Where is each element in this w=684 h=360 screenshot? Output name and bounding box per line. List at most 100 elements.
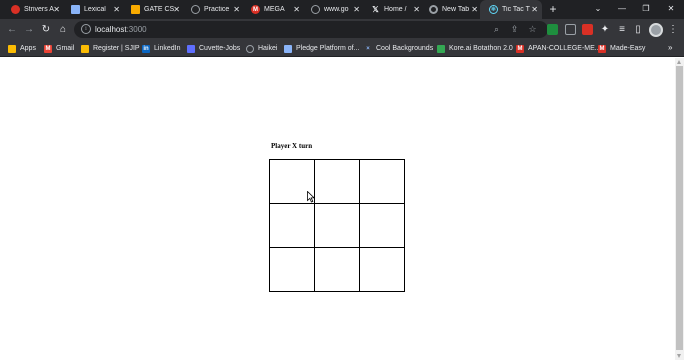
bookmarks-bar: Apps M Gmail Register | SJIP in LinkedIn… bbox=[0, 41, 684, 57]
react-icon: ⚛ bbox=[489, 5, 498, 14]
extension-window-icon[interactable] bbox=[565, 24, 576, 35]
tab-lexical[interactable]: Lexical ✕ bbox=[62, 0, 124, 19]
board-cell-8[interactable] bbox=[359, 247, 405, 292]
site-info-icon[interactable]: i bbox=[81, 24, 91, 34]
board-cell-7[interactable] bbox=[314, 247, 360, 292]
bookmark-label: Cuvette-Jobs bbox=[199, 45, 241, 52]
bookmark-kore-botathon[interactable]: Kore.ai Botathon 2.0 bbox=[437, 41, 513, 56]
cross-icon: × bbox=[366, 45, 370, 52]
scrollbar-thumb[interactable] bbox=[676, 66, 683, 350]
board-cell-2[interactable] bbox=[359, 159, 405, 204]
bookmark-cool-backgrounds[interactable]: × Cool Backgrounds bbox=[364, 41, 433, 56]
tab-home-x[interactable]: 𝕏 Home / ✕ bbox=[362, 0, 424, 19]
bookmark-gmail[interactable]: M Gmail bbox=[44, 41, 74, 56]
scroll-down-icon[interactable] bbox=[677, 354, 681, 358]
reload-icon[interactable]: ↻ bbox=[39, 23, 53, 37]
bookmark-made-easy[interactable]: M Made-Easy bbox=[598, 41, 645, 56]
extension-green-icon[interactable] bbox=[547, 24, 558, 35]
mega-icon: M bbox=[598, 44, 606, 53]
pledge-icon bbox=[284, 44, 292, 53]
close-icon[interactable]: ✕ bbox=[471, 4, 478, 15]
close-icon[interactable]: ✕ bbox=[53, 4, 60, 15]
board-cell-5[interactable] bbox=[359, 203, 405, 248]
close-icon[interactable]: ✕ bbox=[233, 4, 240, 15]
tab-tic-tac-toe[interactable]: ⚛ Tic Tac T ✕ bbox=[480, 0, 542, 19]
back-icon[interactable]: ← bbox=[5, 23, 19, 37]
board-cell-3[interactable] bbox=[269, 203, 315, 248]
close-icon[interactable]: ✕ bbox=[413, 4, 420, 15]
share-icon[interactable]: ⇪ bbox=[508, 23, 521, 36]
mega-icon: M bbox=[251, 5, 260, 14]
doc-icon bbox=[71, 5, 80, 14]
sjip-icon bbox=[81, 44, 89, 53]
bookmark-linkedin[interactable]: in LinkedIn bbox=[142, 41, 180, 56]
bookmark-label: Apps bbox=[20, 45, 36, 52]
search-icon[interactable]: ⌕ bbox=[490, 23, 503, 36]
game-status: Player X turn bbox=[271, 142, 313, 150]
minimize-icon[interactable]: — bbox=[610, 0, 634, 19]
address-bar[interactable]: i localhost:3000 ⌕ ⇪ ☆ bbox=[74, 21, 548, 38]
close-icon[interactable]: ✕ bbox=[173, 4, 180, 15]
tab-search-icon[interactable]: ⌄ bbox=[586, 0, 610, 19]
close-icon[interactable]: ✕ bbox=[531, 4, 538, 15]
url-text[interactable]: localhost:3000 bbox=[95, 21, 147, 38]
globe-icon bbox=[191, 5, 200, 14]
board-cell-1[interactable] bbox=[314, 159, 360, 204]
url-port: :3000 bbox=[126, 25, 147, 34]
close-icon[interactable]: ✕ bbox=[293, 4, 300, 15]
bookmark-label: Gmail bbox=[56, 45, 75, 52]
home-icon[interactable]: ⌂ bbox=[56, 23, 70, 37]
bookmark-register-sjip[interactable]: Register | SJIP bbox=[81, 41, 140, 56]
board-cell-6[interactable] bbox=[269, 247, 315, 292]
tab-gate-cs[interactable]: GATE CS ✕ bbox=[122, 0, 184, 19]
cuvette-icon bbox=[187, 44, 195, 53]
chart-icon bbox=[437, 44, 445, 53]
bookmark-label: Made-Easy bbox=[610, 45, 646, 52]
game-board bbox=[269, 159, 405, 292]
bookmark-label: APAN-COLLEGE-ME... bbox=[528, 45, 601, 52]
gmail-icon: M bbox=[44, 44, 52, 53]
tab-new-tab[interactable]: New Tab ✕ bbox=[420, 0, 482, 19]
bookmark-star-icon[interactable]: ☆ bbox=[526, 23, 539, 36]
url-host: localhost bbox=[95, 25, 127, 34]
tab-strivers[interactable]: Strivers A ✕ bbox=[2, 0, 64, 19]
linkedin-icon: in bbox=[142, 44, 150, 53]
side-panel-icon[interactable]: ▯ bbox=[631, 23, 645, 37]
maximize-icon[interactable]: ❐ bbox=[634, 0, 658, 19]
bookmark-pledge-platform[interactable]: Pledge Platform of... bbox=[284, 41, 359, 56]
bookmark-cuvette-jobs[interactable]: Cuvette-Jobs bbox=[187, 41, 240, 56]
globe-icon bbox=[246, 44, 254, 53]
tab-mega[interactable]: M MEGA ✕ bbox=[242, 0, 304, 19]
profile-avatar[interactable] bbox=[649, 23, 663, 37]
menu-kebab-icon[interactable]: ⋮ bbox=[668, 23, 678, 37]
bookmark-apps[interactable]: Apps bbox=[8, 41, 36, 56]
window-close-icon[interactable]: ✕ bbox=[659, 0, 683, 19]
extensions-puzzle-icon[interactable]: ✦ bbox=[598, 23, 612, 37]
bookmarks-overflow-icon[interactable]: » bbox=[668, 43, 672, 52]
scroll-up-icon[interactable] bbox=[677, 60, 681, 64]
page-scrollbar[interactable] bbox=[675, 58, 684, 360]
browser-toolbar: ← → ↻ ⌂ i localhost:3000 ⌕ ⇪ ☆ ✦ ≡ ▯ ⋮ bbox=[0, 19, 684, 41]
close-icon[interactable]: ✕ bbox=[353, 4, 360, 15]
chrome-icon bbox=[429, 5, 438, 14]
bookmark-label: LinkedIn bbox=[154, 45, 181, 52]
page-viewport: Player X turn bbox=[0, 58, 675, 360]
mouse-cursor-icon bbox=[307, 191, 315, 203]
new-tab-button[interactable]: + bbox=[546, 2, 560, 16]
media-queue-icon[interactable]: ≡ bbox=[615, 23, 629, 37]
bookmark-label: Register | SJIP bbox=[93, 45, 140, 52]
bookmark-apan-college[interactable]: M APAN-COLLEGE-ME... bbox=[516, 41, 601, 56]
bookmark-label: Pledge Platform of... bbox=[296, 45, 360, 52]
board-cell-4[interactable] bbox=[314, 203, 360, 248]
close-icon[interactable]: ✕ bbox=[113, 4, 120, 15]
forward-icon[interactable]: → bbox=[22, 23, 36, 37]
tab-practice[interactable]: Practice ✕ bbox=[182, 0, 244, 19]
bookmark-label: Kore.ai Botathon 2.0 bbox=[449, 45, 513, 52]
x-icon: 𝕏 bbox=[372, 5, 379, 14]
globe-icon bbox=[311, 5, 320, 14]
mega-icon: M bbox=[516, 44, 524, 53]
bookmark-haikei[interactable]: Haikei bbox=[246, 41, 277, 56]
apps-grid-icon bbox=[8, 44, 16, 53]
extension-red-icon[interactable] bbox=[582, 24, 593, 35]
tab-www-go[interactable]: www.go ✕ bbox=[302, 0, 364, 19]
